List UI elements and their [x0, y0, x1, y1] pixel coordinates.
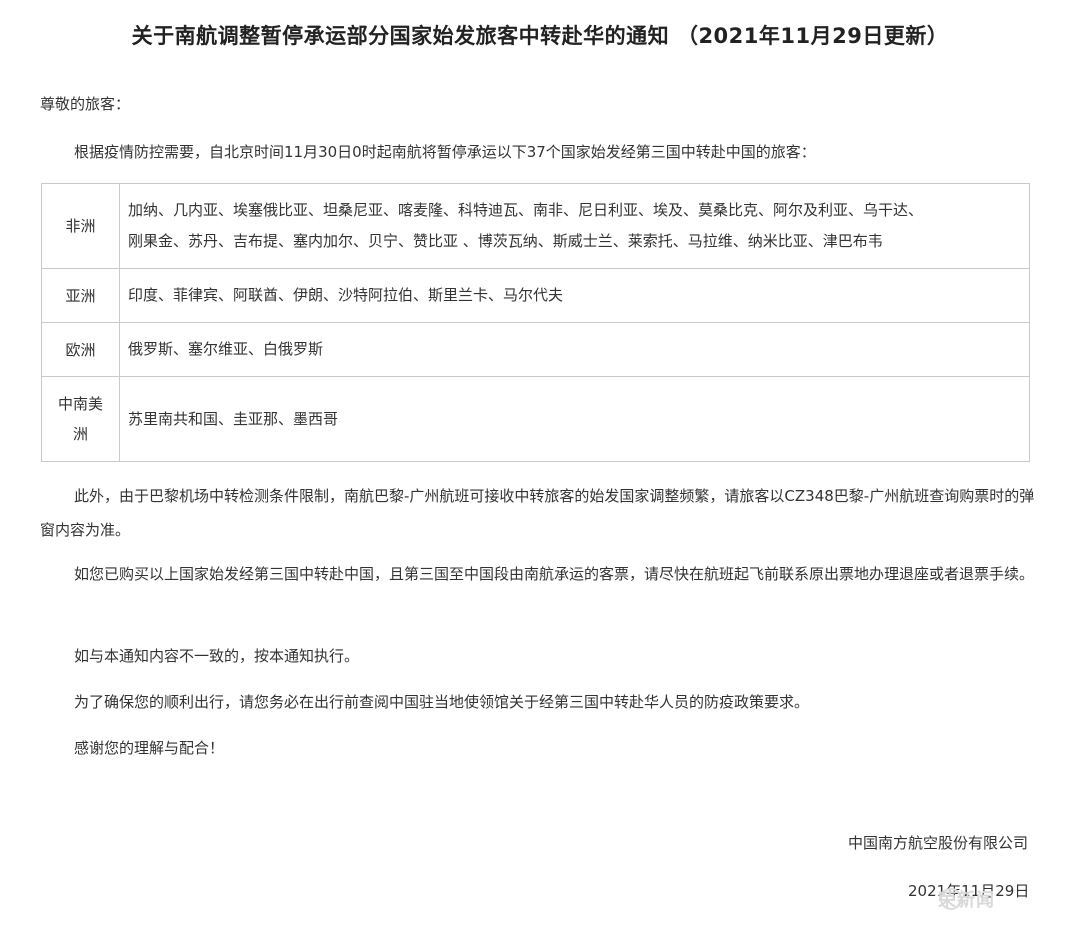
policy-check-paragraph: 为了确保您的顺利出行，请您务必在出行前查阅中国驻当地使领馆关于经第三国中转赴华人… [74, 693, 810, 711]
greeting: 尊敬的旅客： [40, 95, 131, 113]
intro-paragraph: 根据疫情防控需要，自北京时间11月30日0时起南航将暂停承运以下37个国家始发经… [74, 143, 816, 161]
region-cell: 亚洲 [41, 268, 120, 323]
refund-paragraph: 如您已购买以上国家始发经第三国中转赴中国，且第三国至中国段由南航承运的客票，请尽… [74, 565, 1035, 583]
countries-cell: 俄罗斯、塞尔维亚、白俄罗斯 [119, 322, 1030, 377]
company-signature: 中国南方航空股份有限公司 [847, 834, 1028, 852]
notice-title: 关于南航调整暂停承运部分国家始发旅客中转赴华的通知 （2021年11月29日更新… [131, 24, 949, 48]
paris-transfer-paragraph: 此外，由于巴黎机场中转检测条件限制，南航巴黎-广州航班可接收中转旅客的始发国家调… [40, 487, 1035, 539]
table-row-latin-america: 中南美 洲 苏里南共和国、圭亚那、墨西哥 [41, 376, 1030, 462]
watermark-text: 荣新闻 [938, 890, 995, 911]
region-line: 洲 [72, 425, 88, 443]
table-row-africa: 非洲 加纳、几内亚、埃塞俄比亚、坦桑尼亚、喀麦隆、科特迪瓦、南非、尼日利亚、埃及… [41, 183, 1030, 269]
countries-cell: 苏里南共和国、圭亚那、墨西哥 [119, 376, 1030, 462]
thanks-paragraph: 感谢您的理解与配合！ [74, 739, 225, 757]
region-line: 中南美 [57, 395, 103, 413]
precedence-paragraph: 如与本通知内容不一致的，按本通知执行。 [74, 647, 360, 665]
countries-cell: 加纳、几内亚、埃塞俄比亚、坦桑尼亚、喀麦隆、科特迪瓦、南非、尼日利亚、埃及、莫桑… [119, 183, 1030, 269]
countries-line: 刚果金、苏丹、吉布提、塞内加尔、贝宁、赞比亚 、博茨瓦纳、斯威士兰、莱索托、马拉… [128, 232, 883, 250]
table-row-asia: 亚洲 印度、菲律宾、阿联酋、伊朗、沙特阿拉伯、斯里兰卡、马尔代夫 [41, 268, 1030, 323]
region-cell: 中南美 洲 [41, 376, 120, 462]
region-cell: 欧洲 [41, 322, 120, 377]
table-row-europe: 欧洲 俄罗斯、塞尔维亚、白俄罗斯 [41, 322, 1030, 377]
suspended-countries-table: 非洲 加纳、几内亚、埃塞俄比亚、坦桑尼亚、喀麦隆、科特迪瓦、南非、尼日利亚、埃及… [41, 183, 1030, 462]
countries-line: 加纳、几内亚、埃塞俄比亚、坦桑尼亚、喀麦隆、科特迪瓦、南非、尼日利亚、埃及、莫桑… [128, 201, 924, 219]
region-cell: 非洲 [41, 183, 120, 269]
countries-cell: 印度、菲律宾、阿联酋、伊朗、沙特阿拉伯、斯里兰卡、马尔代夫 [119, 268, 1030, 323]
